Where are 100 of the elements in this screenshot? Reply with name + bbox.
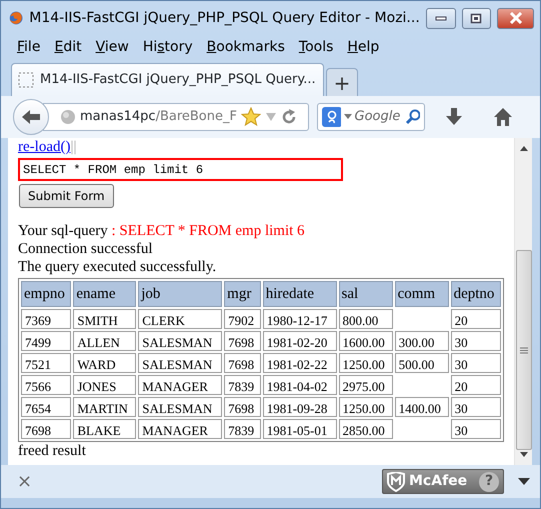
search-engine-icon[interactable] xyxy=(322,107,341,127)
table-cell: 1400.00 xyxy=(394,397,449,417)
table-cell: MANAGER xyxy=(138,375,222,395)
table-cell: BLAKE xyxy=(73,419,136,439)
star-icon[interactable] xyxy=(240,107,261,127)
table-cell: 7369 xyxy=(21,309,72,329)
back-arrow-icon xyxy=(20,108,42,126)
table-cell: 7698 xyxy=(21,419,72,439)
close-bar-button[interactable]: × xyxy=(17,471,32,492)
table-cell: 2850.00 xyxy=(338,419,393,439)
table-cell: WARD xyxy=(73,353,136,373)
table-cell: SALESMAN xyxy=(138,353,222,373)
reload-link[interactable]: re-load() xyxy=(18,139,70,155)
table-cell: 1980-12-17 xyxy=(262,309,337,329)
caret-icon[interactable] xyxy=(518,478,530,486)
minimize-icon xyxy=(434,15,447,21)
table-cell: SALESMAN xyxy=(138,331,222,351)
address-bar[interactable]: manas14pc/BareBone_F xyxy=(43,103,309,131)
column-header: mgr xyxy=(224,281,261,307)
table-cell: 1250.00 xyxy=(338,397,393,417)
column-header: comm xyxy=(394,281,449,307)
minimize-button[interactable] xyxy=(426,8,456,28)
maximize-icon xyxy=(470,12,482,24)
menu-item[interactable]: View xyxy=(96,36,129,58)
search-box[interactable]: Google xyxy=(317,103,425,131)
table-cell: 7499 xyxy=(21,331,72,351)
column-header: sal xyxy=(338,281,393,307)
table-cell: 7654 xyxy=(21,397,72,417)
globe-icon xyxy=(60,109,76,125)
back-button[interactable] xyxy=(13,99,49,135)
table-cell: 20 xyxy=(450,309,501,329)
table-cell: 30 xyxy=(450,331,501,351)
table-cell: 1981-02-22 xyxy=(262,353,337,373)
scroll-up-icon[interactable] xyxy=(518,144,528,152)
table-cell: 30 xyxy=(450,353,501,373)
table-cell: 7839 xyxy=(224,375,261,395)
table-cell: 1981-09-28 xyxy=(262,397,337,417)
status-message: Connection successful xyxy=(18,240,154,258)
table-cell: 500.00 xyxy=(394,353,449,373)
table-cell: 30 xyxy=(450,419,501,439)
table-cell: SMITH xyxy=(73,309,136,329)
shield-icon xyxy=(387,472,405,492)
table-cell: 7698 xyxy=(224,353,261,373)
table-cell: 7521 xyxy=(21,353,72,373)
column-header: hiredate xyxy=(262,281,337,307)
table-cell: 30 xyxy=(450,397,501,417)
maximize-button[interactable] xyxy=(462,8,492,28)
browser-tab[interactable]: M14-IIS-FastCGI jQuery_PHP_PSQL Query... xyxy=(11,63,324,96)
search-icon[interactable] xyxy=(404,109,420,125)
table-cell: 7698 xyxy=(224,397,261,417)
menu-item[interactable]: File xyxy=(17,36,40,58)
column-header: empno xyxy=(21,281,72,307)
url-text: manas14pc/BareBone_F xyxy=(80,108,237,126)
table-cell: SALESMAN xyxy=(138,397,222,417)
table-cell: MANAGER xyxy=(138,419,222,439)
tab-title: M14-IIS-FastCGI jQuery_PHP_PSQL Query... xyxy=(40,71,316,90)
caret-icon[interactable] xyxy=(344,114,352,120)
table-cell: ALLEN xyxy=(73,331,136,351)
column-header: deptno xyxy=(450,281,501,307)
table-cell: 2975.00 xyxy=(338,375,393,395)
menu-item[interactable]: Bookmarks xyxy=(206,36,285,58)
blank-page-icon xyxy=(18,72,34,88)
separator-text: || xyxy=(70,139,76,155)
status-message: The query executed successfully. xyxy=(18,258,218,276)
table-cell: 800.00 xyxy=(338,309,393,329)
footer-text: freed result xyxy=(18,442,87,460)
security-addon-button[interactable]: McAfee ? xyxy=(382,469,504,494)
close-icon xyxy=(508,12,523,24)
table-cell: 7902 xyxy=(224,309,261,329)
table-cell: 1600.00 xyxy=(338,331,393,351)
table-cell: JONES xyxy=(73,375,136,395)
close-button[interactable] xyxy=(497,8,534,28)
menu-item[interactable]: Edit xyxy=(54,36,82,58)
table-cell: 1981-02-20 xyxy=(262,331,337,351)
query-input[interactable]: SELECT * FROM emp limit 6 xyxy=(18,158,343,181)
table-cell: 300.00 xyxy=(394,331,449,351)
column-header: job xyxy=(138,281,222,307)
table-cell: 1250.00 xyxy=(338,353,393,373)
menu-item[interactable]: Help xyxy=(347,36,380,58)
scroll-thumb[interactable] xyxy=(516,250,532,450)
query-echo-text: Your sql-query : SELECT * FROM emp limit 6 xyxy=(18,222,306,240)
table-cell: 20 xyxy=(450,375,501,395)
menu-item[interactable]: Tools xyxy=(298,36,334,58)
home-icon[interactable] xyxy=(493,107,513,127)
submit-button[interactable]: Submit Form xyxy=(19,184,114,208)
grip-icon xyxy=(520,346,528,354)
browser-logo-icon xyxy=(9,9,24,27)
reload-icon[interactable] xyxy=(280,109,297,125)
table-cell: 7839 xyxy=(224,419,261,439)
table-cell: 1981-05-01 xyxy=(262,419,337,439)
table-cell: MARTIN xyxy=(73,397,136,417)
column-header: ename xyxy=(73,281,136,307)
new-tab-button[interactable]: + xyxy=(326,68,358,96)
table-cell: 1981-04-02 xyxy=(262,375,337,395)
download-icon[interactable] xyxy=(445,107,463,127)
table-cell: CLERK xyxy=(138,309,222,329)
table-cell: 7698 xyxy=(224,331,261,351)
window-title: M14-IIS-FastCGI jQuery_PHP_PSQL Query Editor - Mozi... xyxy=(29,8,420,28)
table-cell: 7566 xyxy=(21,375,72,395)
menu-item[interactable]: History xyxy=(142,36,193,58)
